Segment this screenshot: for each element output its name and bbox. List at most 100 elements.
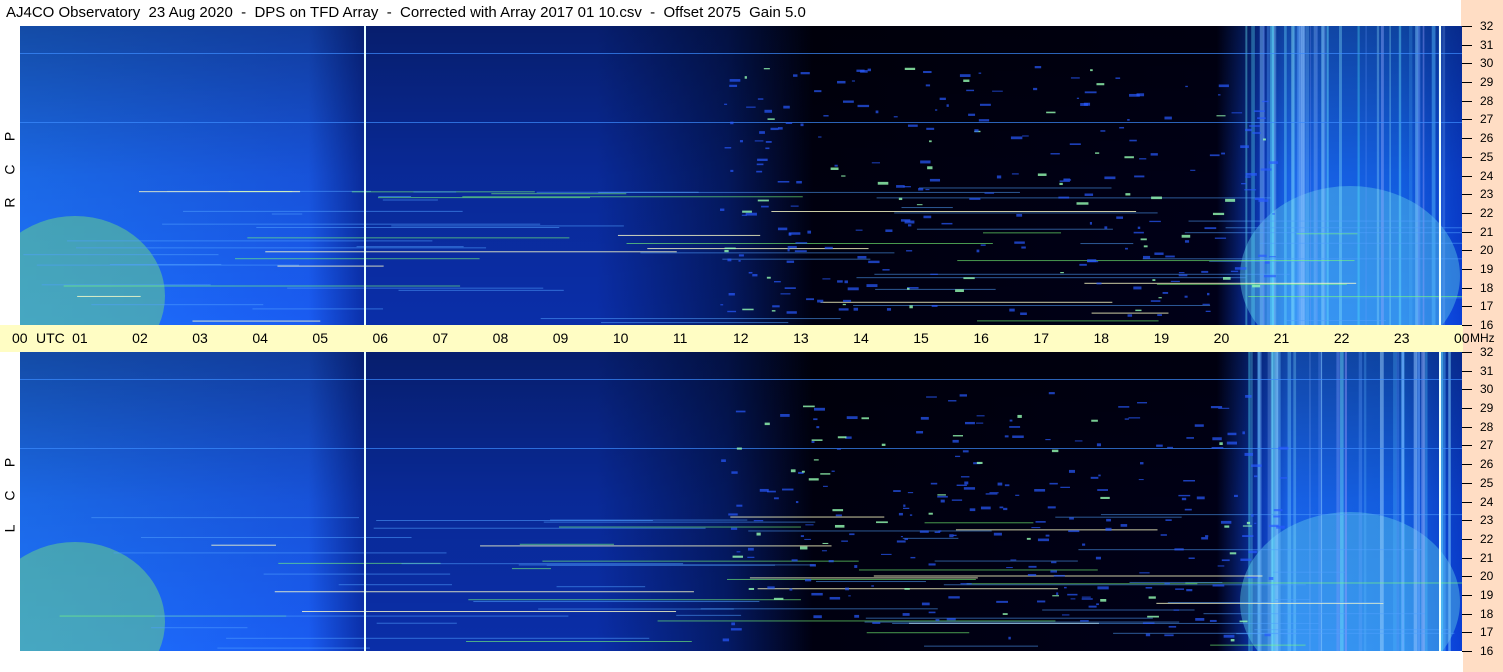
- spectrogram-speckle: [999, 506, 1004, 509]
- lcp-spectrogram: [20, 352, 1462, 651]
- spectrogram-speckle: [992, 90, 1003, 92]
- spectrogram-signal-line: [265, 251, 677, 253]
- rcp-mhz-tick: [1462, 119, 1472, 121]
- spectrogram-speckle: [773, 280, 781, 283]
- spectrogram-speckle: [1216, 115, 1226, 117]
- spectrogram-speckle: [1080, 620, 1089, 622]
- spectrogram-speckle: [902, 507, 910, 510]
- spectrogram-speckle: [856, 69, 865, 72]
- rcp-mhz-tick: [1462, 100, 1472, 102]
- spectrogram-speckle: [741, 214, 747, 216]
- spectrogram-speckle: [1045, 534, 1050, 537]
- spectrogram-speckle: [1184, 508, 1192, 511]
- spectrogram-signal-line: [1156, 283, 1347, 285]
- spectrogram-speckle: [804, 538, 811, 540]
- spectrogram-speckle: [790, 205, 799, 207]
- spectrogram-speckle: [1205, 310, 1211, 313]
- spectrogram-streak: [1442, 26, 1446, 325]
- spectrogram-speckle: [1268, 161, 1279, 164]
- spectrogram-streak: [1271, 26, 1274, 325]
- spectrogram-speckle: [730, 628, 742, 631]
- spectrogram-speckle: [939, 97, 946, 101]
- utc-tick-label: 13: [793, 330, 809, 346]
- spectrogram-speckle: [1231, 112, 1243, 114]
- spectrogram-speckle: [1003, 507, 1008, 511]
- rcp-mhz-tick: [1462, 44, 1472, 46]
- spectrogram-signal-line: [91, 517, 359, 519]
- spectrogram-streak: [1298, 26, 1303, 325]
- spectrogram-speckle: [1212, 212, 1225, 216]
- spectrogram-signal-line: [1296, 233, 1358, 235]
- rcp-letter-p: P: [1, 131, 18, 142]
- lcp-mhz-tick: [1462, 538, 1472, 540]
- spectrogram-speckle: [807, 230, 812, 234]
- spectrogram-speckle: [963, 79, 970, 82]
- spectrogram-speckle: [765, 141, 772, 143]
- spectrogram-signal-line: [894, 212, 1158, 214]
- spectrogram-speckle: [907, 492, 914, 494]
- spectrogram-signal-line: [77, 295, 141, 297]
- lcp-letter-l: L: [1, 524, 18, 533]
- spectrogram-speckle: [976, 415, 985, 417]
- spectrogram-speckle: [747, 556, 755, 558]
- spectrogram-streak: [1284, 26, 1287, 325]
- spectrogram-speckle: [955, 455, 961, 458]
- spectrogram-speckle: [813, 615, 822, 619]
- spectrogram-speckle: [786, 311, 797, 314]
- spectrogram-speckle: [793, 74, 798, 77]
- spectrogram-signal-line: [378, 196, 412, 198]
- spectrogram-signal-line: [518, 564, 815, 566]
- spectrogram-speckle: [1214, 237, 1227, 239]
- spectrogram-signal-line: [162, 223, 541, 225]
- spectrogram-speckle: [844, 280, 848, 284]
- spectrogram-speckle: [1012, 435, 1024, 438]
- spectrogram-speckle: [813, 407, 825, 411]
- spectrogram-speckle: [1150, 153, 1158, 156]
- spectrogram-speckle: [1170, 280, 1180, 282]
- spectrogram-speckle: [853, 307, 859, 311]
- spectrogram-speckle: [1145, 586, 1153, 589]
- spectrogram-signal-line: [183, 210, 463, 212]
- spectrogram-speckle: [951, 499, 963, 501]
- spectrogram-speckle: [893, 116, 898, 118]
- spectrogram-streak: [1358, 352, 1363, 651]
- time-marker-line: [1439, 26, 1441, 325]
- spectrogram-speckle: [829, 596, 841, 600]
- spectrogram-speckle: [920, 416, 929, 420]
- spectrogram-speckle: [759, 131, 765, 134]
- spectrogram-speckle: [722, 638, 730, 642]
- spectrogram-streak: [1414, 352, 1417, 651]
- spectrogram-speckle: [1022, 135, 1029, 137]
- spectrogram-speckle: [795, 501, 799, 504]
- lcp-mhz-tick: [1462, 651, 1472, 652]
- spectrogram-speckle: [1064, 586, 1067, 589]
- spectrogram-speckle: [1125, 193, 1131, 196]
- spectrogram-speckle: [1045, 439, 1051, 441]
- spectrogram-speckle: [1212, 437, 1222, 441]
- bottom-strip: [0, 651, 1463, 672]
- utc-tick-label: 14: [853, 330, 869, 346]
- spectrogram-signal-line: [676, 614, 742, 616]
- spectrogram-signal-line: [373, 527, 706, 529]
- spectrogram-streak: [1401, 352, 1404, 651]
- utc-tick-label: 01: [72, 330, 88, 346]
- spectrogram-signal-line: [722, 258, 871, 260]
- spectrogram-streak: [1422, 26, 1425, 325]
- spectrogram-speckle: [918, 187, 924, 191]
- spectrogram-speckle: [736, 447, 742, 450]
- spectrogram-speckle: [960, 583, 972, 585]
- spectrogram-streak: [1381, 26, 1384, 325]
- spectrogram-speckle: [780, 414, 790, 417]
- spectrogram-speckle: [959, 394, 967, 397]
- spectrogram-signal-line: [955, 529, 1158, 531]
- spectrogram-speckle: [1069, 143, 1081, 145]
- spectrogram-speckle: [1129, 93, 1140, 97]
- spectrogram-streak: [1293, 26, 1296, 325]
- spectrogram-speckle: [770, 127, 779, 131]
- rcp-mhz-tick: [1462, 268, 1472, 270]
- spectrogram-signal-line: [601, 322, 789, 324]
- spectrogram-signal-line: [1259, 242, 1462, 244]
- spectrogram-speckle: [1096, 282, 1102, 285]
- time-marker-line: [364, 352, 366, 651]
- spectrogram-streak: [1448, 352, 1451, 651]
